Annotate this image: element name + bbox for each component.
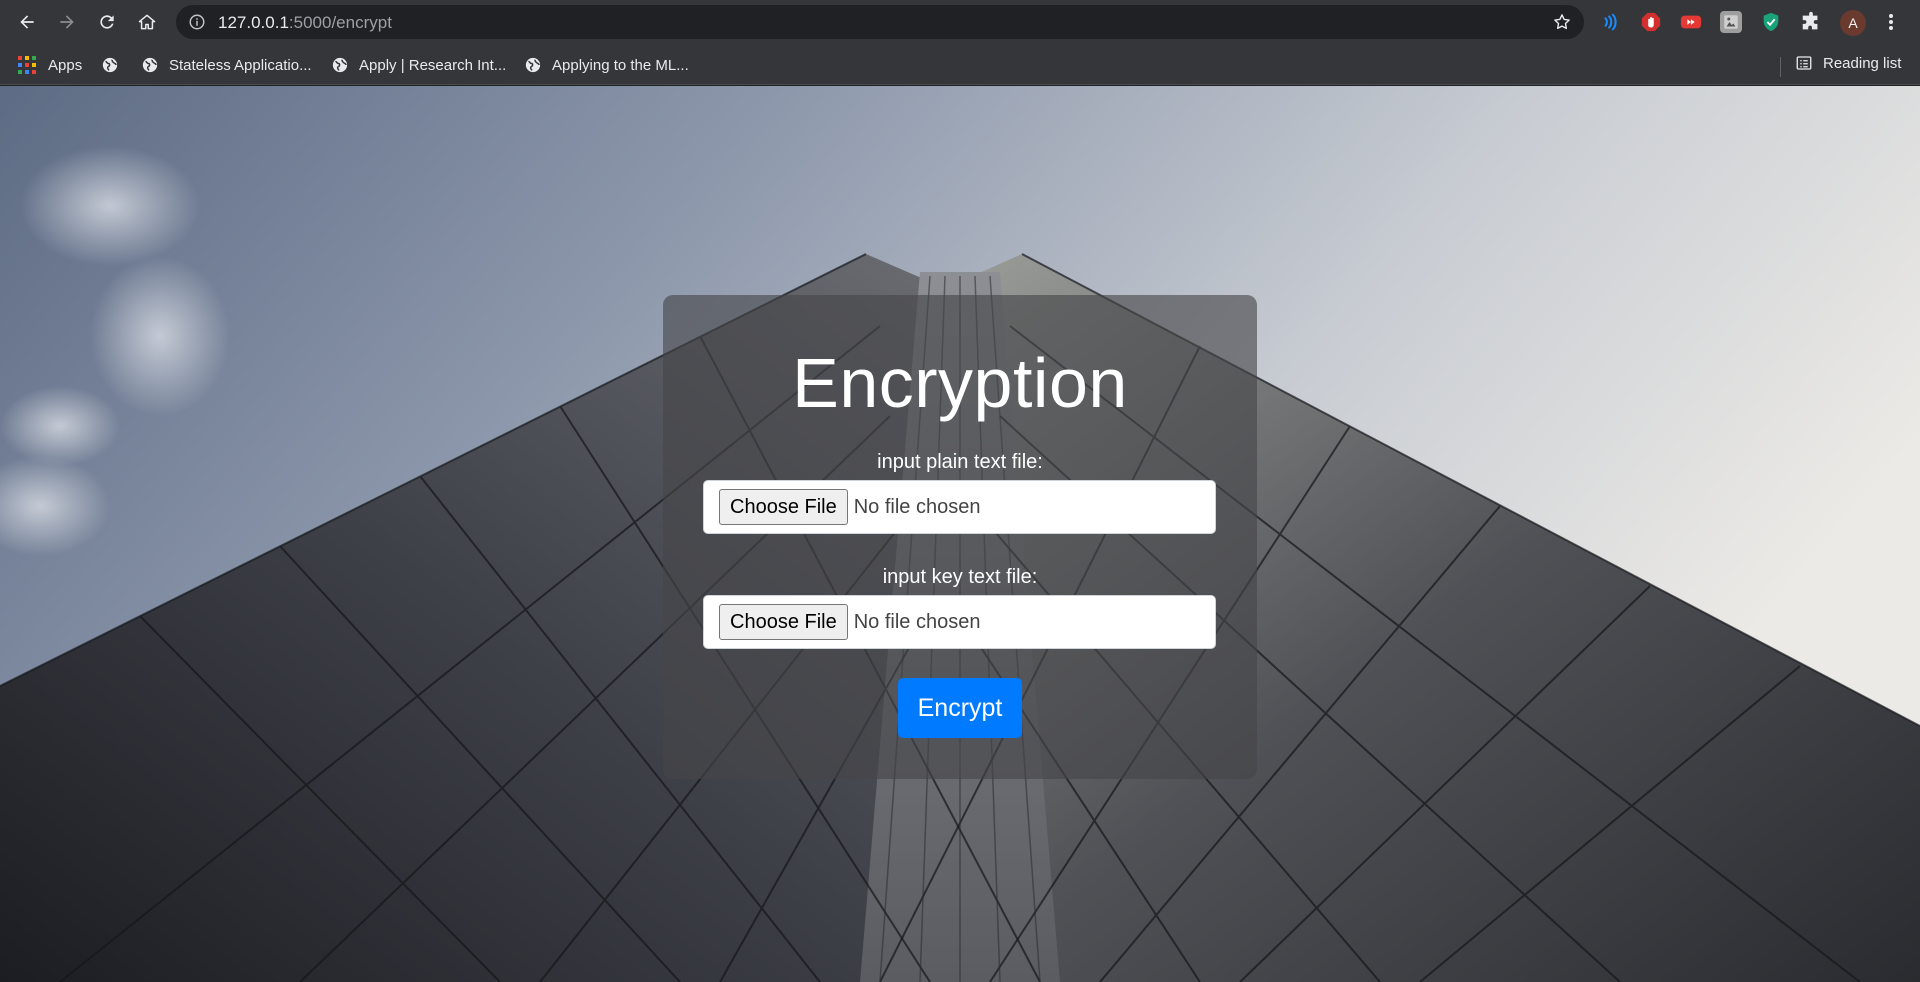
bookmarks-divider bbox=[1780, 57, 1781, 77]
plain-text-file-input[interactable]: Choose File No file chosen bbox=[703, 480, 1216, 534]
globe-icon bbox=[142, 57, 158, 73]
globe-icon bbox=[525, 57, 541, 73]
bookmark-apply-research[interactable]: Apply | Research Int... bbox=[331, 54, 506, 76]
address-bar[interactable]: 127.0.0.1:5000/encrypt bbox=[176, 5, 1584, 39]
wifi-waves-icon[interactable] bbox=[1600, 11, 1622, 33]
key-file-status: No file chosen bbox=[853, 610, 981, 633]
shield-check-icon[interactable] bbox=[1760, 11, 1782, 33]
globe-icon bbox=[332, 57, 348, 73]
reading-list-label: Reading list bbox=[1823, 54, 1902, 72]
browser-toolbar: 127.0.0.1:5000/encrypt A bbox=[0, 0, 1920, 45]
key-text-file-input[interactable]: Choose File No file chosen bbox=[703, 595, 1216, 649]
key-text-label: input key text file: bbox=[882, 566, 1038, 588]
page-title: Encryption bbox=[792, 344, 1128, 422]
choose-plain-file-button[interactable]: Choose File bbox=[719, 489, 848, 525]
plain-text-label: input plain text file: bbox=[877, 451, 1043, 473]
choose-key-file-button[interactable]: Choose File bbox=[719, 604, 848, 640]
bookmark-stateless[interactable]: Stateless Applicatio... bbox=[141, 54, 312, 76]
forward-arrow-icon[interactable] bbox=[53, 8, 81, 36]
bookmark-label: Applying to the ML... bbox=[552, 56, 689, 74]
encrypt-button[interactable]: Encrypt bbox=[898, 678, 1022, 738]
url-path: :5000/encrypt bbox=[288, 13, 392, 32]
url-text: 127.0.0.1:5000/encrypt bbox=[218, 13, 392, 33]
bookmark-label: Stateless Applicatio... bbox=[169, 56, 312, 74]
apps-grid-icon bbox=[18, 56, 36, 74]
back-arrow-icon[interactable] bbox=[13, 8, 41, 36]
page-viewport: Encryption input plain text file: Choose… bbox=[0, 86, 1920, 982]
reload-icon[interactable] bbox=[93, 8, 121, 36]
youtube-icon[interactable] bbox=[1680, 11, 1702, 33]
menu-kebab-icon[interactable] bbox=[1884, 11, 1898, 33]
globe-icon bbox=[102, 57, 118, 73]
encryption-card: Encryption input plain text file: Choose… bbox=[663, 295, 1257, 779]
stop-hand-icon[interactable] bbox=[1640, 11, 1662, 33]
bookmark-star-icon[interactable] bbox=[1552, 12, 1572, 32]
puzzle-icon[interactable] bbox=[1800, 11, 1822, 33]
url-host: 127.0.0.1 bbox=[218, 13, 289, 32]
bookmark-apps[interactable]: Apps bbox=[18, 54, 82, 76]
bookmark-label: Apps bbox=[48, 56, 83, 74]
home-icon[interactable] bbox=[133, 8, 161, 36]
bookmark-label: Apply | Research Int... bbox=[359, 56, 507, 74]
plain-file-status: No file chosen bbox=[853, 495, 981, 518]
bookmark-globe[interactable] bbox=[101, 54, 129, 76]
bookmark-applying-ml[interactable]: Applying to the ML... bbox=[524, 54, 689, 76]
info-icon[interactable] bbox=[188, 13, 206, 31]
puzzle-photo-icon[interactable] bbox=[1720, 11, 1742, 33]
profile-avatar[interactable]: A bbox=[1840, 10, 1866, 36]
bookmarks-bar: Apps Stateless Applicatio... Apply | Res… bbox=[0, 45, 1920, 85]
reading-list-icon bbox=[1796, 56, 1812, 70]
reading-list-button[interactable]: Reading list bbox=[1795, 54, 1901, 72]
